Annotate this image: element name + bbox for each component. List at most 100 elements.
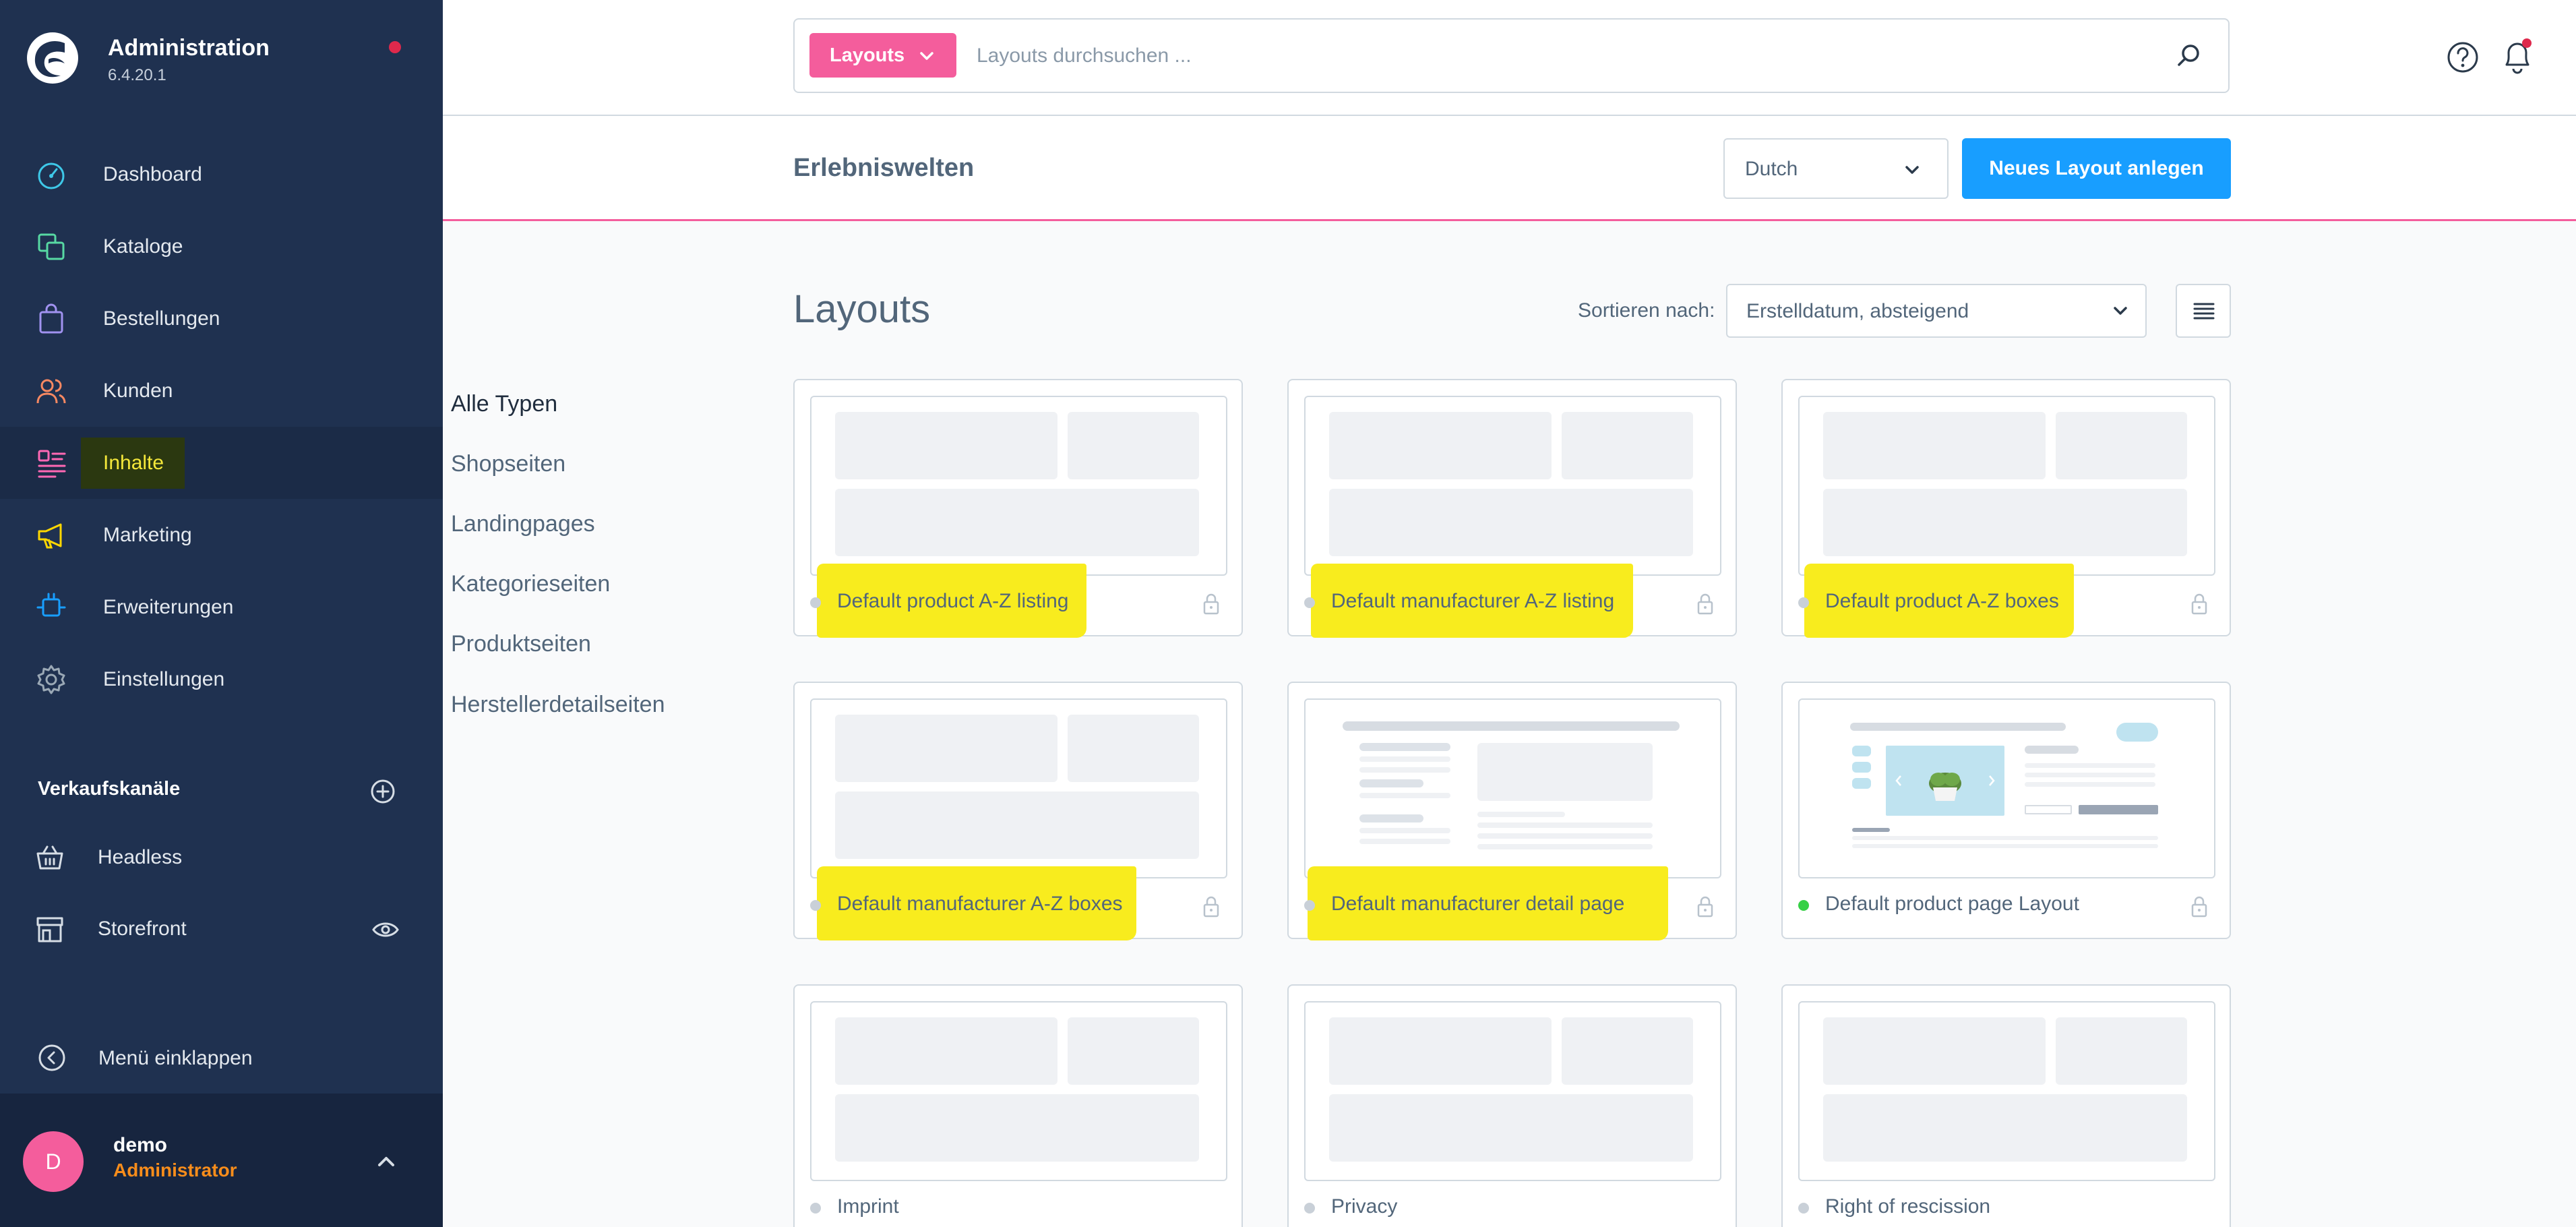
- layout-card[interactable]: Imprint: [793, 984, 1243, 1227]
- top-bar: Layouts: [443, 0, 2576, 116]
- user-role: Administrator: [113, 1160, 237, 1180]
- layout-card[interactable]: Right of rescission: [1781, 984, 2231, 1227]
- layout-card[interactable]: Privacy: [1287, 984, 1737, 1227]
- smart-bar: Erlebniswelten Dutch Neues Layout anlege…: [443, 116, 2576, 221]
- search-type-button[interactable]: Layouts: [809, 33, 956, 78]
- catalog-icon: [38, 233, 65, 260]
- filter-manufacturer-pages[interactable]: Herstellerdetailseiten: [451, 692, 665, 718]
- eye-icon[interactable]: [372, 918, 399, 941]
- lock-icon: [1203, 593, 1219, 615]
- filter-landing-pages[interactable]: Landingpages: [451, 511, 595, 537]
- create-layout-button[interactable]: Neues Layout anlegen: [1962, 138, 2231, 199]
- lock-icon: [1697, 896, 1713, 918]
- layout-name: Default manufacturer detail page: [1331, 893, 1625, 915]
- help-icon[interactable]: [2446, 40, 2480, 74]
- language-select[interactable]: Dutch: [1723, 138, 1949, 199]
- sort-select-value: Erstelldatum, absteigend: [1746, 300, 1969, 322]
- nav-item-orders[interactable]: Bestellungen: [0, 282, 443, 355]
- extensions-icon: [36, 593, 66, 617]
- language-select-value: Dutch: [1745, 158, 1798, 180]
- filter-product-pages[interactable]: Produktseiten: [451, 631, 591, 657]
- notifications-bell-icon[interactable]: [2500, 38, 2535, 76]
- collapse-menu-button[interactable]: Menü einklappen: [0, 1025, 443, 1089]
- nav-label: Kataloge: [103, 235, 183, 258]
- filter-all-types[interactable]: Alle Typen: [451, 391, 557, 417]
- nav-item-marketing[interactable]: Marketing: [0, 499, 443, 571]
- shopware-logo-icon[interactable]: [26, 31, 80, 85]
- nav-item-customers[interactable]: Kunden: [0, 355, 443, 427]
- layout-preview: [1798, 396, 2215, 576]
- dashboard-icon: [38, 162, 65, 189]
- notification-dot: [389, 41, 401, 53]
- chevron-down-icon: [920, 52, 933, 60]
- search-input[interactable]: [977, 36, 2122, 76]
- layout-card[interactable]: Default product A-Z boxes: [1781, 379, 2231, 638]
- sales-channel-label: Storefront: [98, 918, 187, 940]
- search-icon[interactable]: [2175, 42, 2202, 69]
- filter-category-pages[interactable]: Kategorieseiten: [451, 571, 610, 597]
- layout-card[interactable]: Default manufacturer detail page: [1287, 682, 1737, 940]
- layout-name: Right of rescission: [1825, 1195, 1991, 1218]
- basket-icon: [36, 845, 63, 870]
- sales-channel-label: Headless: [98, 846, 183, 868]
- search-type-label: Layouts: [830, 44, 905, 66]
- chevron-down-icon: [1905, 166, 1919, 174]
- nav-label: Einstellungen: [103, 668, 225, 690]
- nav-item-settings[interactable]: Einstellungen: [0, 643, 443, 715]
- layout-preview: [1304, 698, 1721, 878]
- layout-preview: [810, 1001, 1227, 1181]
- app-title: Administration: [108, 35, 270, 61]
- status-dot: [1798, 1203, 1809, 1214]
- add-sales-channel-icon[interactable]: [369, 778, 396, 805]
- brand-header: Administration 6.4.20.1: [0, 0, 443, 118]
- layout-name: Default product A-Z listing: [837, 590, 1069, 612]
- nav-label: Inhalte: [103, 452, 164, 474]
- layout-card[interactable]: Default manufacturer A-Z listing: [1287, 379, 1737, 638]
- status-dot: [1798, 597, 1809, 608]
- filter-shop-pages[interactable]: Shopseiten: [451, 451, 565, 477]
- app-version: 6.4.20.1: [108, 66, 166, 84]
- user-menu[interactable]: D demo Administrator: [0, 1094, 443, 1227]
- nav-label: Dashboard: [103, 163, 202, 185]
- nav-item-catalog[interactable]: Kataloge: [0, 210, 443, 282]
- nav-item-dashboard[interactable]: Dashboard: [0, 138, 443, 210]
- customers-icon: [36, 379, 66, 404]
- nav-label: Kunden: [103, 380, 173, 402]
- layout-name: Default manufacturer A-Z listing: [1331, 590, 1615, 612]
- nav-label: Marketing: [103, 524, 192, 546]
- status-dot: [1304, 1203, 1315, 1214]
- layout-card[interactable]: Default manufacturer A-Z boxes: [793, 682, 1243, 940]
- sales-channel-headless[interactable]: Headless: [0, 824, 443, 891]
- product-image-icon: [1895, 773, 1995, 801]
- avatar: D: [23, 1131, 84, 1192]
- lock-icon: [1697, 593, 1713, 615]
- layout-name: Privacy: [1331, 1195, 1398, 1218]
- sort-select[interactable]: Erstelldatum, absteigend: [1726, 284, 2147, 338]
- lock-icon: [1203, 896, 1219, 918]
- lock-icon: [2191, 593, 2207, 615]
- content-title: Layouts: [793, 287, 931, 331]
- settings-icon: [37, 665, 65, 694]
- list-view-toggle[interactable]: [2176, 284, 2231, 338]
- nav-label: Bestellungen: [103, 307, 220, 330]
- layout-name: Default manufacturer A-Z boxes: [837, 893, 1123, 915]
- global-search: Layouts: [793, 18, 2230, 93]
- user-name: demo: [113, 1134, 168, 1156]
- chevron-down-icon: [2114, 307, 2127, 315]
- main-nav: Dashboard Kataloge Bestellungen Kunden I…: [0, 138, 443, 715]
- lock-icon: [2191, 896, 2207, 918]
- layout-card[interactable]: Default product page Layout: [1781, 682, 2231, 939]
- nav-item-content[interactable]: Inhalte: [0, 427, 443, 499]
- layout-preview: [810, 396, 1227, 576]
- status-dot: [1304, 900, 1315, 911]
- sales-channel-storefront[interactable]: Storefront: [0, 895, 443, 963]
- storefront-icon: [36, 917, 63, 942]
- layout-name: Default product page Layout: [1825, 893, 2079, 915]
- nav-item-extensions[interactable]: Erweiterungen: [0, 571, 443, 643]
- status-dot: [810, 900, 821, 911]
- layout-name: Imprint: [837, 1195, 899, 1218]
- nav-label: Erweiterungen: [103, 596, 234, 618]
- layout-card[interactable]: Default product A-Z listing: [793, 379, 1243, 638]
- chevron-up-icon[interactable]: [374, 1149, 398, 1173]
- status-dot: [810, 1203, 821, 1214]
